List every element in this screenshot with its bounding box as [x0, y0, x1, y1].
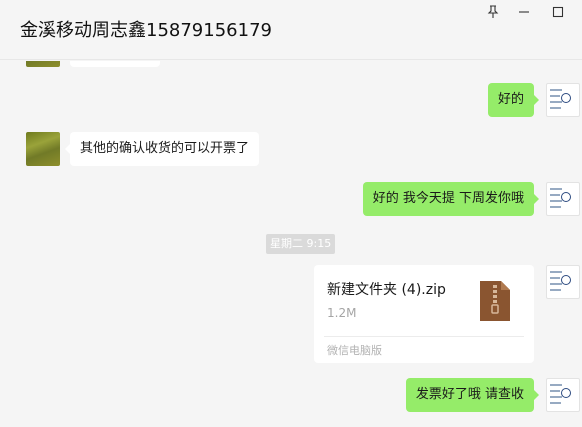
maximize-icon[interactable]: [546, 2, 570, 22]
self-avatar[interactable]: [546, 83, 580, 117]
pin-icon[interactable]: [481, 2, 505, 22]
chat-title: 金溪移动周志鑫15879156179: [20, 20, 272, 41]
file-name: 新建文件夹 (4).zip: [327, 282, 446, 298]
divider: [324, 336, 524, 337]
file-source: 微信电脑版: [327, 344, 382, 357]
contact-avatar[interactable]: [26, 132, 60, 166]
message-bubble-partial: [70, 61, 160, 67]
minimize-icon[interactable]: [512, 2, 536, 22]
timestamp: 星期二 9:15: [266, 234, 336, 254]
zip-file-icon: [480, 281, 510, 325]
self-avatar[interactable]: [546, 265, 580, 299]
file-size: 1.2M: [327, 306, 357, 320]
contact-avatar[interactable]: [26, 61, 60, 67]
message-bubble-self: 好的 我今天提 下周发你哦: [362, 182, 540, 216]
message-bubble-self: 发票好了哦 请查收: [405, 378, 540, 412]
self-avatar[interactable]: [546, 378, 580, 412]
chat-messages: 好的 其他的确认收货的可以开票了 好的 我今天提 下周发你哦 星期二 9:15 …: [0, 61, 582, 427]
title-bar: 金溪移动周志鑫15879156179: [0, 0, 582, 60]
message-bubble-other: 其他的确认收货的可以开票了: [64, 132, 260, 166]
message-bubble-self: 好的: [487, 83, 540, 117]
file-message[interactable]: 新建文件夹 (4).zip 1.2M 微信电脑版: [314, 265, 534, 363]
self-avatar[interactable]: [546, 182, 580, 216]
